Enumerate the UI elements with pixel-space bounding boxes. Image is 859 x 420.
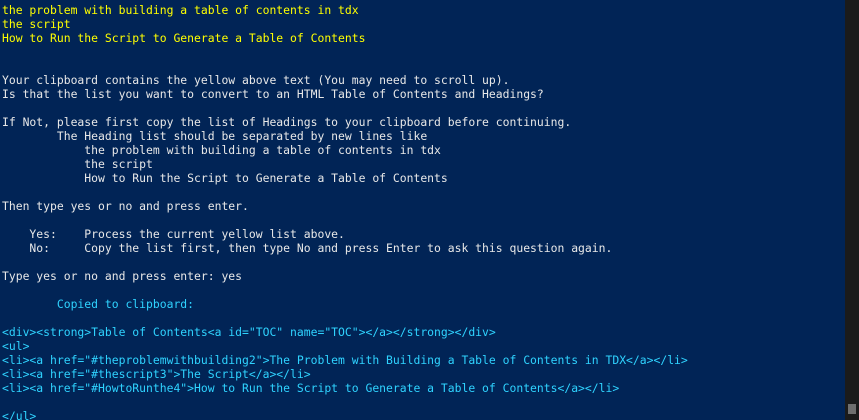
example-heading: the script xyxy=(2,157,153,171)
option-no: No: Copy the list first, then type No an… xyxy=(2,241,613,255)
clipboard-notice: Your clipboard contains the yellow above… xyxy=(2,73,510,87)
html-output-line: <li><a href="#HowtoRunthe4">How to Run t… xyxy=(2,381,620,395)
powershell-console-output[interactable]: the problem with building a table of con… xyxy=(0,0,845,420)
html-output-line: <div><strong>Table of Contents<a id="TOC… xyxy=(2,325,496,339)
example-heading: How to Run the Script to Generate a Tabl… xyxy=(2,171,448,185)
heading-item-1: the problem with building a table of con… xyxy=(2,3,359,17)
copied-status: Copied to clipboard: xyxy=(2,297,195,311)
prompt-input-line[interactable]: Type yes or no and press enter: yes xyxy=(2,269,242,283)
instruction-line: The Heading list should be separated by … xyxy=(2,129,428,143)
heading-item-2: the script xyxy=(2,17,71,31)
instruction-line: If Not, please first copy the list of He… xyxy=(2,115,572,129)
html-output-line: <li><a href="#theproblemwithbuilding2">T… xyxy=(2,353,688,367)
heading-item-3: How to Run the Script to Generate a Tabl… xyxy=(2,31,366,45)
option-yes: Yes: Process the current yellow list abo… xyxy=(2,227,345,241)
example-heading: the problem with building a table of con… xyxy=(2,143,441,157)
confirm-question: Is that the list you want to convert to … xyxy=(2,87,544,101)
instruction-line: Then type yes or no and press enter. xyxy=(2,199,249,213)
scrollbar-thumb[interactable] xyxy=(848,404,856,414)
html-output-line: </ul> xyxy=(2,409,37,420)
html-output-line: <li><a href="#thescript3">The Script</a>… xyxy=(2,367,311,381)
html-output-line: <ul> xyxy=(2,339,30,353)
vertical-scrollbar[interactable] xyxy=(845,0,859,420)
